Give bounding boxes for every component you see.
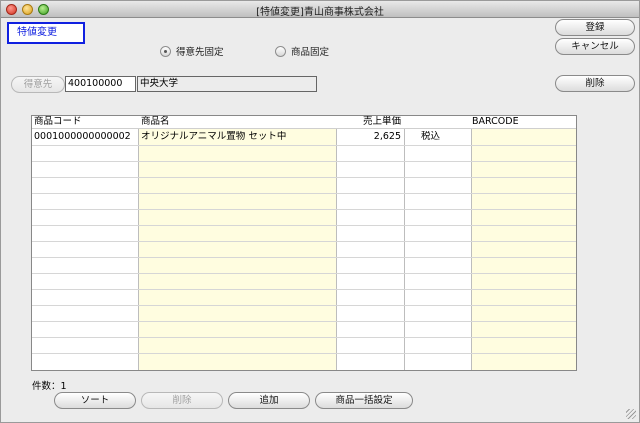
- app-window: [特値変更]青山商事株式会社 特値変更 得意先固定 商品固定 登録 キャンセル …: [0, 0, 640, 423]
- record-count-label: 件数：: [32, 381, 61, 392]
- cell-product-code[interactable]: 0001000000000002: [34, 131, 137, 143]
- row-divider: [32, 161, 576, 162]
- resize-grip-icon[interactable]: [626, 409, 636, 419]
- row-divider: [32, 337, 576, 338]
- mode-label: 特値変更: [7, 22, 85, 44]
- sort-button[interactable]: ソート: [54, 392, 136, 409]
- radio-customer-fixed-label: 得意先固定: [176, 47, 224, 58]
- delete-button[interactable]: 削除: [555, 75, 635, 92]
- column-divider: [576, 129, 577, 370]
- row-divider: [32, 257, 576, 258]
- column-header-name[interactable]: 商品名: [141, 116, 170, 128]
- barcode-column-bg: [471, 129, 576, 370]
- bulk-product-setting-button[interactable]: 商品一括設定: [315, 392, 413, 409]
- customer-name-field: 中央大学: [137, 76, 317, 92]
- table-header: 商品コード 商品名 売上単価 BARCODE: [32, 116, 576, 129]
- row-divider: [32, 209, 576, 210]
- cancel-button[interactable]: キャンセル: [555, 38, 635, 55]
- radio-customer-fixed[interactable]: 得意先固定: [160, 44, 224, 58]
- row-divider: [32, 193, 576, 194]
- radio-unselected-icon: [275, 45, 286, 57]
- customer-lookup-button[interactable]: 得意先: [11, 76, 65, 93]
- row-divider: [32, 225, 576, 226]
- row-divider: [32, 289, 576, 290]
- row-divider: [32, 241, 576, 242]
- record-count-value: 1: [60, 381, 67, 392]
- column-divider: [336, 129, 337, 370]
- column-header-price[interactable]: 売上単価: [363, 116, 401, 128]
- column-divider: [138, 129, 139, 370]
- cell-unit-price[interactable]: 2,625: [338, 131, 401, 143]
- column-header-code[interactable]: 商品コード: [34, 116, 82, 128]
- record-count: 件数：1: [32, 378, 67, 392]
- radio-product-fixed-label: 商品固定: [291, 47, 330, 58]
- row-delete-button[interactable]: 削除: [141, 392, 223, 409]
- column-divider: [404, 129, 405, 370]
- customer-code-field[interactable]: 400100000: [65, 76, 136, 92]
- column-divider: [471, 129, 472, 370]
- row-divider: [32, 305, 576, 306]
- radio-product-fixed[interactable]: 商品固定: [275, 44, 329, 58]
- title-bar: [特値変更]青山商事株式会社: [1, 1, 639, 18]
- radio-selected-icon: [160, 45, 171, 57]
- row-divider: [32, 145, 576, 146]
- row-divider: [32, 353, 576, 354]
- row-divider: [32, 321, 576, 322]
- window-title: [特値変更]青山商事株式会社: [256, 7, 384, 18]
- cell-product-name[interactable]: オリジナルアニマル置物 セット中: [141, 131, 334, 143]
- row-divider: [32, 273, 576, 274]
- add-button[interactable]: 追加: [228, 392, 310, 409]
- column-header-barcode[interactable]: BARCODE: [472, 116, 519, 128]
- product-price-table[interactable]: 商品コード 商品名 売上単価 BARCODE 0001000000000002 …: [31, 115, 577, 371]
- name-column-bg: [139, 129, 336, 370]
- row-divider: [32, 177, 576, 178]
- register-button[interactable]: 登録: [555, 19, 635, 36]
- cell-tax-type[interactable]: 税込: [421, 131, 461, 143]
